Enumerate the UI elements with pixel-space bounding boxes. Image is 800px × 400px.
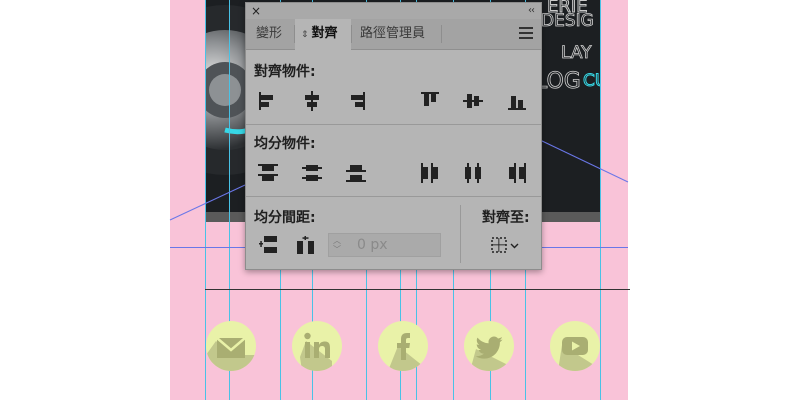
align-to-selection-icon	[491, 237, 519, 253]
section-divider-vertical	[460, 205, 461, 263]
distribute-spacing-label: 均分間距:	[254, 210, 316, 226]
align-objects-label: 對齊物件:	[254, 64, 316, 80]
tab-transform[interactable]: 變形	[250, 19, 294, 49]
distribute-bottom-edges-icon[interactable]	[344, 161, 368, 185]
mail-icon	[206, 321, 256, 371]
align-right-edges-icon[interactable]	[344, 89, 368, 113]
facebook-icon	[378, 321, 428, 371]
vertical-distribute-space-icon[interactable]	[256, 233, 280, 257]
distribute-left-edges-icon[interactable]	[418, 161, 442, 185]
youtube-icon	[550, 321, 600, 371]
tab-separator	[441, 25, 442, 43]
align-top-edges-icon[interactable]	[418, 89, 442, 113]
tab-pathfinder[interactable]: 路徑管理員	[354, 19, 444, 49]
align-bottom-edges-icon[interactable]	[505, 89, 529, 113]
tab-separator	[351, 25, 352, 43]
distribute-right-edges-icon[interactable]	[505, 161, 529, 185]
section-divider	[246, 124, 541, 125]
section-divider	[246, 196, 541, 197]
align-to-label: 對齊至:	[482, 210, 530, 226]
twitter-icon	[464, 321, 514, 371]
divider-line	[205, 289, 630, 290]
tab-label: 變形	[256, 26, 283, 41]
align-vertical-centers-icon[interactable]	[461, 89, 485, 113]
distribute-horizontal-centers-icon[interactable]	[461, 161, 485, 185]
stepper-arrows-icon[interactable]: ︿ ﹀	[333, 236, 341, 254]
panel-titlebar[interactable]: × ‹‹	[246, 3, 541, 19]
align-left-edges-icon[interactable]	[256, 89, 280, 113]
spacing-input[interactable]: ︿ ﹀ 0 px	[328, 233, 441, 257]
close-icon[interactable]: ×	[251, 3, 261, 19]
distribute-vertical-centers-icon[interactable]	[300, 161, 324, 185]
spacing-value: 0 px	[357, 237, 388, 253]
sort-arrows-icon: ⇕	[301, 30, 309, 40]
panel-tabs: 變形 ⇕ 對齊 路徑管理員	[246, 19, 541, 50]
collapse-icon[interactable]: ‹‹	[528, 3, 535, 19]
linkedin-icon	[292, 321, 342, 371]
panel-menu-icon[interactable]	[519, 27, 533, 39]
distribute-objects-label: 均分物件:	[254, 136, 316, 152]
tab-label: 路徑管理員	[360, 26, 426, 41]
tab-label: 對齊	[311, 26, 338, 41]
align-to-dropdown[interactable]	[489, 233, 523, 257]
align-horizontal-centers-icon[interactable]	[300, 89, 324, 113]
tab-align[interactable]: ⇕ 對齊	[295, 19, 351, 50]
horizontal-distribute-space-icon[interactable]	[294, 233, 318, 257]
align-panel: × ‹‹ 變形 ⇕ 對齊 路徑管理員 對齊物件: 均分物件: 均分間距: 對齊至…	[245, 2, 542, 270]
distribute-top-edges-icon[interactable]	[256, 161, 280, 185]
